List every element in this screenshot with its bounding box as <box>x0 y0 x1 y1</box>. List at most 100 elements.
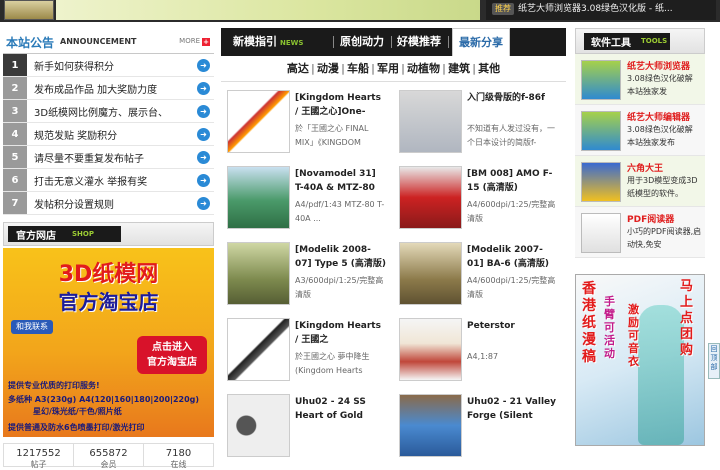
category-subnav: 高达 | 动漫 | 车船 | 军用 | 动植物 | 建筑 | 其他 <box>221 56 566 82</box>
right-column: 软件工具 TOOLS 纸艺大师浏览器 3.08绿色汉化破解 本站独家发 纸艺大师编辑… <box>575 28 705 450</box>
model-thumbnail[interactable] <box>399 242 462 305</box>
tool-icon[interactable] <box>581 111 621 151</box>
category-link[interactable]: 车船 <box>347 62 369 75</box>
model-title[interactable]: Uhu02 - 24 SS Heart of Gold <box>295 395 387 423</box>
arrow-right-icon[interactable]: ➜ <box>197 127 210 141</box>
tool-item[interactable]: 纸艺大师编辑器 3.08绿色汉化破解 本站独家发布 <box>575 105 705 156</box>
tool-icon[interactable] <box>581 162 621 202</box>
model-card[interactable]: [BM 008] AMO F-15 (高清版) A4/600dpi/1:25/完整… <box>393 166 563 240</box>
model-thumbnail[interactable] <box>399 90 462 153</box>
announcement-link[interactable]: 3D纸模网比例魔方、展示台、 <box>27 104 197 119</box>
announcement-item[interactable]: 2 发布成品作品 加大奖励力度 ➜ <box>3 77 214 100</box>
model-title[interactable]: [Modelik 2008-07] Type 5 (高清版) <box>295 243 387 271</box>
right-ad-text-2: 手臂可活动 <box>604 295 615 360</box>
model-card[interactable]: [Kingdom Hearts / 王國之心]Wayward 於王國之心 夢中降生… <box>221 318 391 392</box>
model-title[interactable]: Uhu02 - 21 Valley Forge (Silent <box>467 395 559 423</box>
contact-button[interactable]: 和我联系 <box>11 320 53 334</box>
back-to-top-button[interactable]: 回顶部 <box>708 343 720 379</box>
plus-icon: + <box>202 38 210 46</box>
anime-figure-image <box>638 305 684 445</box>
model-thumbnail[interactable] <box>227 90 290 153</box>
category-link[interactable]: 动植物 <box>407 62 440 75</box>
announcement-link[interactable]: 请尽量不要重复发布帖子 <box>27 150 197 165</box>
model-title[interactable]: [Modelik 2007-01] BA-6 (高清版) <box>467 243 559 271</box>
tab-original[interactable]: 原创动力 <box>340 28 384 56</box>
model-title[interactable]: [Novamodel 31] T-40A & MTZ-80 <box>295 167 387 195</box>
model-title[interactable]: Peterstor <box>467 319 559 333</box>
tool-name[interactable]: 纸艺大师编辑器 <box>627 110 690 123</box>
model-title[interactable]: [Kingdom Hearts / 王國之心]One- <box>295 91 387 119</box>
model-title[interactable]: 入门级骨版的f-86f <box>467 91 559 105</box>
model-title[interactable]: [Kingdom Hearts / 王國之心]Wayward <box>295 319 387 347</box>
arrow-right-icon[interactable]: ➜ <box>197 196 210 210</box>
tab-recommend[interactable]: 好模推荐 <box>397 28 441 56</box>
arrow-right-icon[interactable]: ➜ <box>197 81 210 95</box>
category-link[interactable]: 动漫 <box>317 62 339 75</box>
announcement-number: 1 <box>3 54 27 76</box>
announcement-item[interactable]: 4 规范发贴 奖励积分 ➜ <box>3 123 214 146</box>
subnav-separator: | <box>370 62 375 75</box>
category-link[interactable]: 建筑 <box>448 62 470 75</box>
tool-item[interactable]: PDF阅读器小巧的PDF阅读器,启动快,免安 <box>575 207 705 258</box>
announcement-link[interactable]: 打击无意义灌水 举报有奖 <box>27 173 197 188</box>
ticker-text[interactable]: 纸艺大师浏览器3.08绿色汉化版 - 纸... <box>518 4 673 14</box>
enter-shop-button[interactable]: 点击进入 官方淘宝店 <box>137 336 207 374</box>
arrow-right-icon[interactable]: ➜ <box>197 150 210 164</box>
tool-name[interactable]: 六角大王 <box>627 161 663 174</box>
model-card[interactable]: [Modelik 2007-01] BA-6 (高清版) A4/600dpi/1:… <box>393 242 563 316</box>
model-card[interactable]: 入门级骨版的f-86f 不知道有人发过没有，一个日本设计的简版f- <box>393 90 563 164</box>
announcement-number: 2 <box>3 77 27 99</box>
category-link[interactable]: 高达 <box>287 62 309 75</box>
model-card[interactable]: Peterstor A4,1:87 <box>393 318 563 392</box>
arrow-right-icon[interactable]: ➜ <box>197 104 210 118</box>
tool-description: 3.08绿色汉化破解 本站独家发 <box>627 74 693 96</box>
announcement-link[interactable]: 发布成品作品 加大奖励力度 <box>27 81 197 96</box>
category-link[interactable]: 军用 <box>377 62 399 75</box>
model-description: A4/600dpi/1:25/完整高清版 <box>467 200 556 223</box>
model-thumbnail[interactable] <box>227 166 290 229</box>
announcement-item[interactable]: 5 请尽量不要重复发布帖子 ➜ <box>3 146 214 169</box>
model-card[interactable]: [Modelik 2008-07] Type 5 (高清版) A3/600dpi/… <box>221 242 391 316</box>
announcement-number: 6 <box>3 169 27 191</box>
tool-name[interactable]: PDF阅读器 <box>627 212 674 225</box>
announcement-link[interactable]: 发帖积分设置规则 <box>27 196 197 211</box>
model-thumbnail[interactable] <box>227 318 290 381</box>
shop-ad-banner[interactable]: 3D纸模网 官方淘宝店 和我联系 点击进入 官方淘宝店 提供专业优质的打印服务!… <box>3 248 214 437</box>
model-thumbnail[interactable] <box>227 242 290 305</box>
announcement-item[interactable]: 6 打击无意义灌水 举报有奖 ➜ <box>3 169 214 192</box>
tab-latest-share[interactable]: 最新分享 <box>452 28 510 56</box>
top-thumbnail-image[interactable] <box>4 0 54 20</box>
announcement-item[interactable]: 7 发帖积分设置规则 ➜ <box>3 192 214 215</box>
print-extra-text: 提供普通及防水6色喷墨打印/激光打印 <box>8 423 145 432</box>
arrow-right-icon[interactable]: ➜ <box>197 58 210 72</box>
right-ad-banner[interactable]: 香港纸漫稿 手臂可活动 激励可音衣 马上点团购 <box>575 274 705 446</box>
announcement-link[interactable]: 规范发贴 奖励积分 <box>27 127 197 142</box>
announcement-title-en: ANNOUNCEMENT <box>60 37 137 46</box>
model-description: A4,1:87 <box>467 352 499 361</box>
model-card[interactable]: Uhu02 - 24 SS Heart of Gold <box>221 394 391 468</box>
tool-name[interactable]: 纸艺大师浏览器 <box>627 59 690 72</box>
tool-item[interactable]: 六角大王 用于3D模型变成3D纸模型的软件。 <box>575 156 705 207</box>
tool-item[interactable]: 纸艺大师浏览器 3.08绿色汉化破解 本站独家发 <box>575 54 705 105</box>
announcement-item[interactable]: 1 新手如何获得积分 ➜ <box>3 54 214 77</box>
model-thumbnail[interactable] <box>399 394 462 457</box>
model-title[interactable]: [BM 008] AMO F-15 (高清版) <box>467 167 559 195</box>
model-card[interactable]: [Kingdom Hearts / 王國之心]One- 於「王國之心 FINAL … <box>221 90 391 164</box>
site-stats: 1217552 帖子 655872 会员 7180 在线 <box>3 443 214 469</box>
tool-description: 小巧的PDF阅读器,启动快,免安 <box>627 227 702 249</box>
tool-icon[interactable] <box>581 213 621 253</box>
announcement-item[interactable]: 3 3D纸模网比例魔方、展示台、 ➜ <box>3 100 214 123</box>
model-card[interactable]: [Novamodel 31] T-40A & MTZ-80 A4/pdf/1:43… <box>221 166 391 240</box>
top-news-ticker[interactable]: 推荐 纸艺大师浏览器3.08绿色汉化版 - 纸... <box>486 0 716 20</box>
tab-news[interactable]: 新模指引 NEWS <box>233 28 303 56</box>
tool-icon[interactable] <box>581 60 621 100</box>
arrow-right-icon[interactable]: ➜ <box>197 173 210 187</box>
model-thumbnail[interactable] <box>399 166 462 229</box>
more-link[interactable]: MORE + <box>179 37 210 46</box>
model-thumbnail[interactable] <box>399 318 462 381</box>
model-card[interactable]: Uhu02 - 21 Valley Forge (Silent <box>393 394 563 468</box>
top-banner-image[interactable] <box>56 0 480 20</box>
announcement-link[interactable]: 新手如何获得积分 <box>27 58 197 73</box>
model-thumbnail[interactable] <box>227 394 290 457</box>
category-link[interactable]: 其他 <box>478 62 500 75</box>
